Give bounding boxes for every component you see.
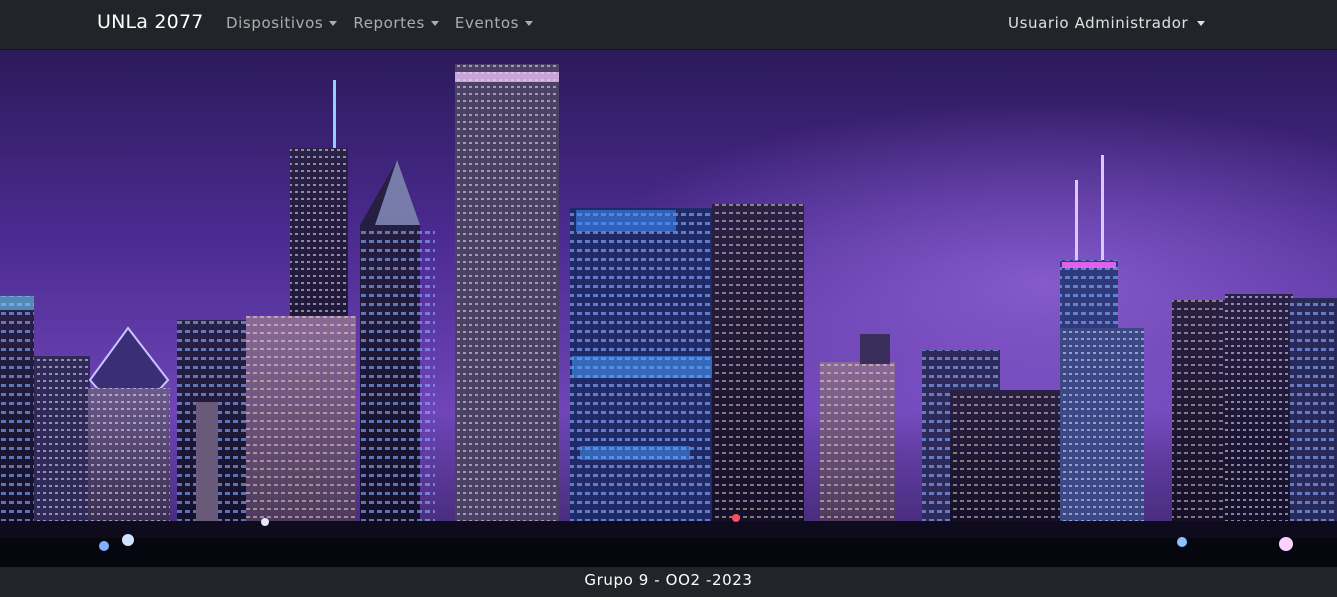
caret-down-icon [1197,21,1206,26]
nav-dropdown-dispositivos[interactable]: Dispositivos [226,14,338,32]
nav-dropdown-dispositivos-label: Dispositivos [226,14,324,32]
brand-link[interactable]: UNLa 2077 [97,11,204,33]
nav-dropdown-eventos[interactable]: Eventos [454,14,534,32]
top-navbar: UNLa 2077 Dispositivos Reportes Eventos … [0,0,1337,50]
page-footer: Grupo 9 - OO2 -2023 [0,567,1337,597]
user-dropdown-label: Usuario Administrador [1008,14,1189,32]
nav-dropdown-eventos-label: Eventos [454,14,520,32]
footer-text: Grupo 9 - OO2 -2023 [584,571,753,589]
hero-city-skyline-image [0,50,1337,567]
caret-down-icon [525,21,534,26]
user-dropdown[interactable]: Usuario Administrador [1008,14,1206,32]
nav-dropdown-reportes[interactable]: Reportes [353,14,439,32]
caret-down-icon [430,21,439,26]
nav-dropdown-reportes-label: Reportes [353,14,425,32]
caret-down-icon [329,21,338,26]
nav-menu: Dispositivos Reportes Eventos [226,14,534,32]
skyline-illustration [0,50,1337,567]
